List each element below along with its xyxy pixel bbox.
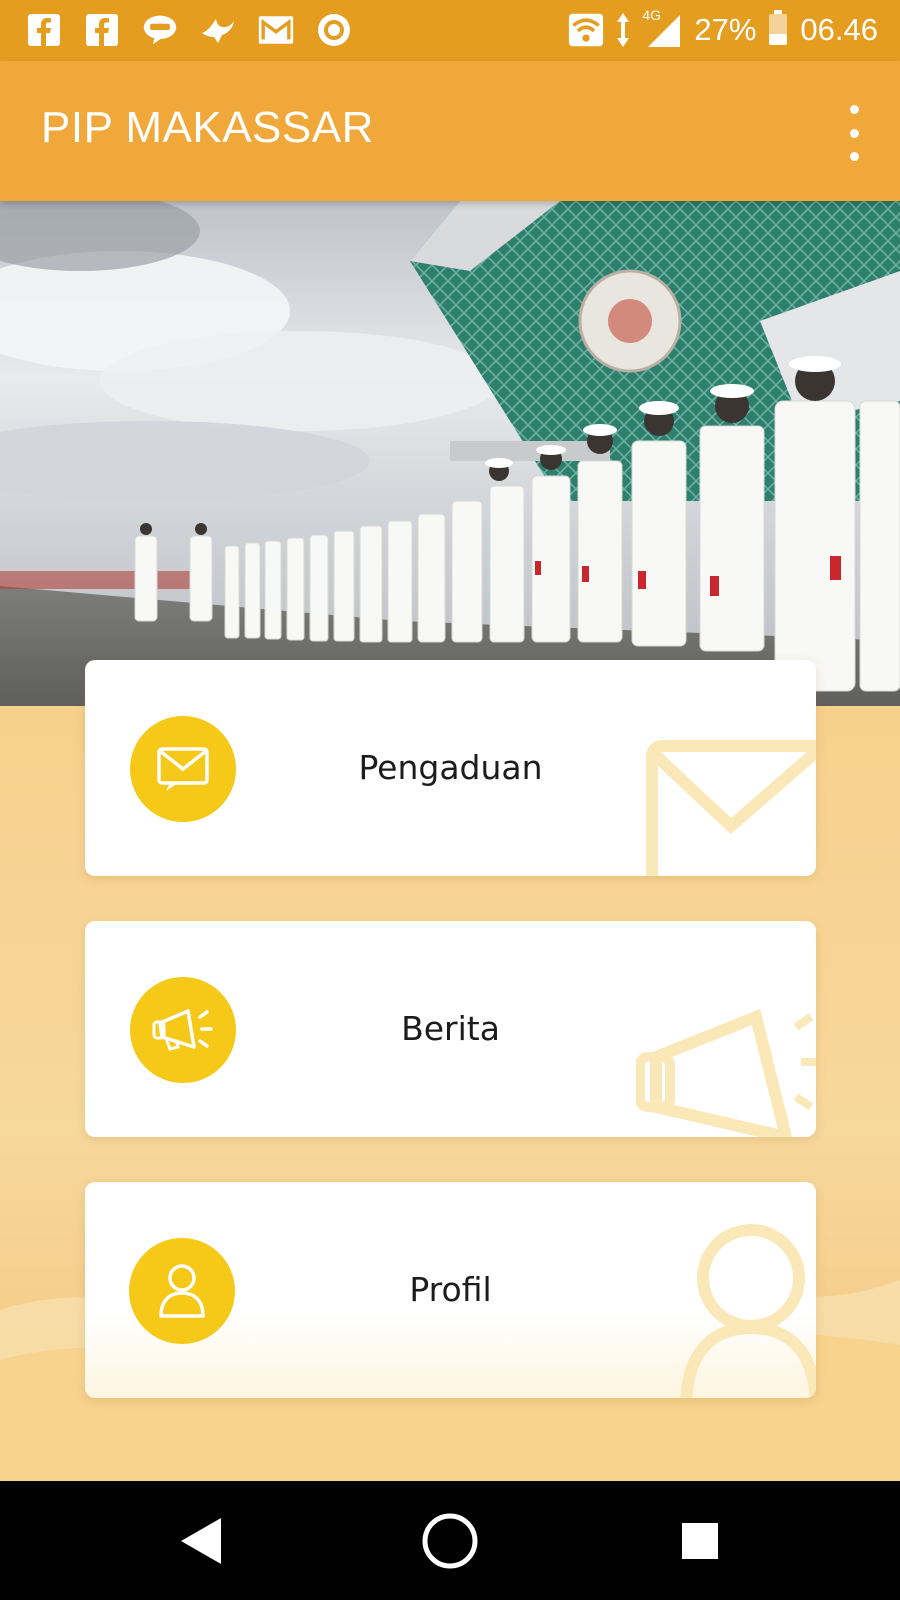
menu-card-berita[interactable]: Berita — [85, 921, 816, 1137]
wifi-icon — [568, 12, 604, 48]
facebook-icon — [26, 12, 62, 48]
circle-app-icon — [316, 12, 352, 48]
battery-icon — [768, 10, 788, 50]
bird-icon — [200, 12, 236, 48]
system-nav-bar — [0, 1481, 900, 1600]
status-bar: 4G 27% 06.46 — [0, 0, 900, 61]
signal-icon: 4G — [642, 7, 682, 49]
system-status: 4G 27% 06.46 — [568, 7, 878, 50]
app-bar: PIP MAKASSAR — [0, 61, 900, 201]
menu-label: Berita — [401, 1009, 500, 1048]
app-title: PIP MAKASSAR — [41, 103, 374, 152]
home-icon[interactable] — [420, 1511, 480, 1571]
menu-label: Pengaduan — [358, 748, 543, 787]
line-icon — [142, 12, 178, 48]
menu-label: Profil — [409, 1270, 492, 1309]
hero-image — [0, 201, 900, 706]
battery-percent: 27% — [694, 12, 757, 47]
gmail-icon — [258, 12, 294, 48]
clock: 06.46 — [800, 12, 878, 47]
facebook-icon — [84, 12, 120, 48]
more-vert-icon[interactable] — [836, 105, 872, 161]
notification-icons — [26, 12, 352, 48]
menu-card-pengaduan[interactable]: Pengaduan — [85, 660, 816, 876]
data-arrows-icon — [616, 13, 630, 47]
back-icon[interactable] — [170, 1511, 230, 1571]
recents-icon[interactable] — [670, 1511, 730, 1571]
menu-card-profil[interactable]: Profil — [85, 1182, 816, 1398]
network-type-label: 4G — [642, 7, 662, 23]
